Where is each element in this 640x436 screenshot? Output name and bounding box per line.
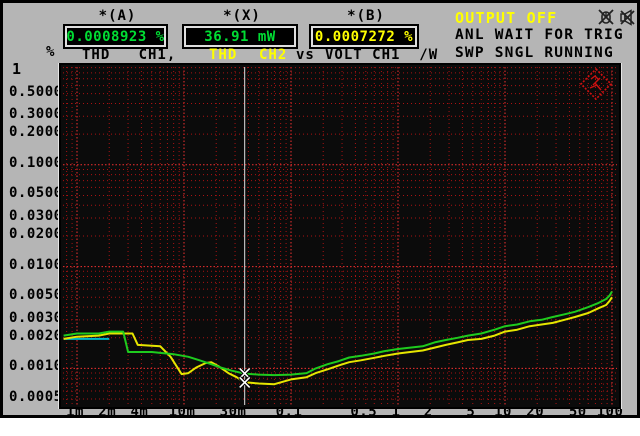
y-tick-label: 0.0005 [9,389,63,406]
plot-area [59,63,621,409]
speaker-off-icon [620,9,635,26]
meter-x-vs: vs [296,47,315,63]
y-tick-label: 0.0500 [9,185,63,202]
mouse-off-icon [598,9,614,25]
status-output: OUTPUT OFF [455,9,558,27]
y-tick-label: 0.0030 [9,309,63,326]
y-tick-label: 0.0020 [9,327,63,344]
y-tick-label: 0.0200 [9,225,63,242]
meter-a-readout[interactable]: 0.0008923 % [63,24,168,49]
status-analyzer: ANL WAIT FOR TRIG [455,27,624,43]
y-tick-label: 0.0050 [9,287,63,304]
meter-x-func: THD [209,47,238,63]
meter-x-channel: CH2 [259,47,288,63]
y-axis-unit-label: % [46,44,55,60]
y-tick-label: 0.3000 [9,106,63,123]
y-tick-label: 0.0010 [9,358,63,375]
meter-a-desc: THD CH1, [82,47,177,63]
y-tick-label: 0.5000 [9,83,63,100]
y-tick-label: 0.2000 [9,124,63,141]
y-tick-label: 0.0100 [9,256,63,273]
screenshot-root: *(A) *(X) *(B) 0.0008923 % 36.91 mW 0.00… [0,0,640,436]
thd-chart [63,67,617,405]
y-tick-label: 0.0300 [9,208,63,225]
meter-a-label: *(A) [98,8,137,24]
meter-x-label: *(X) [223,8,261,24]
status-sweep: SWP SNGL RUNNING [455,45,614,61]
meter-b-label: *(B) [347,8,385,24]
page-footer: © KenRockwell.com Jul 22 2011 Fri 14:02:… [0,418,640,436]
y-axis-top-tick: 1 [12,60,22,78]
meter-b-desc: VOLT CH1 /W [325,47,439,63]
y-tick-label: 0.1000 [9,154,63,171]
meter-b-readout[interactable]: 0.0007272 % [309,24,419,49]
analyzer-panel: *(A) *(X) *(B) 0.0008923 % 36.91 mW 0.00… [0,0,640,420]
meter-x-readout[interactable]: 36.91 mW [182,24,298,49]
